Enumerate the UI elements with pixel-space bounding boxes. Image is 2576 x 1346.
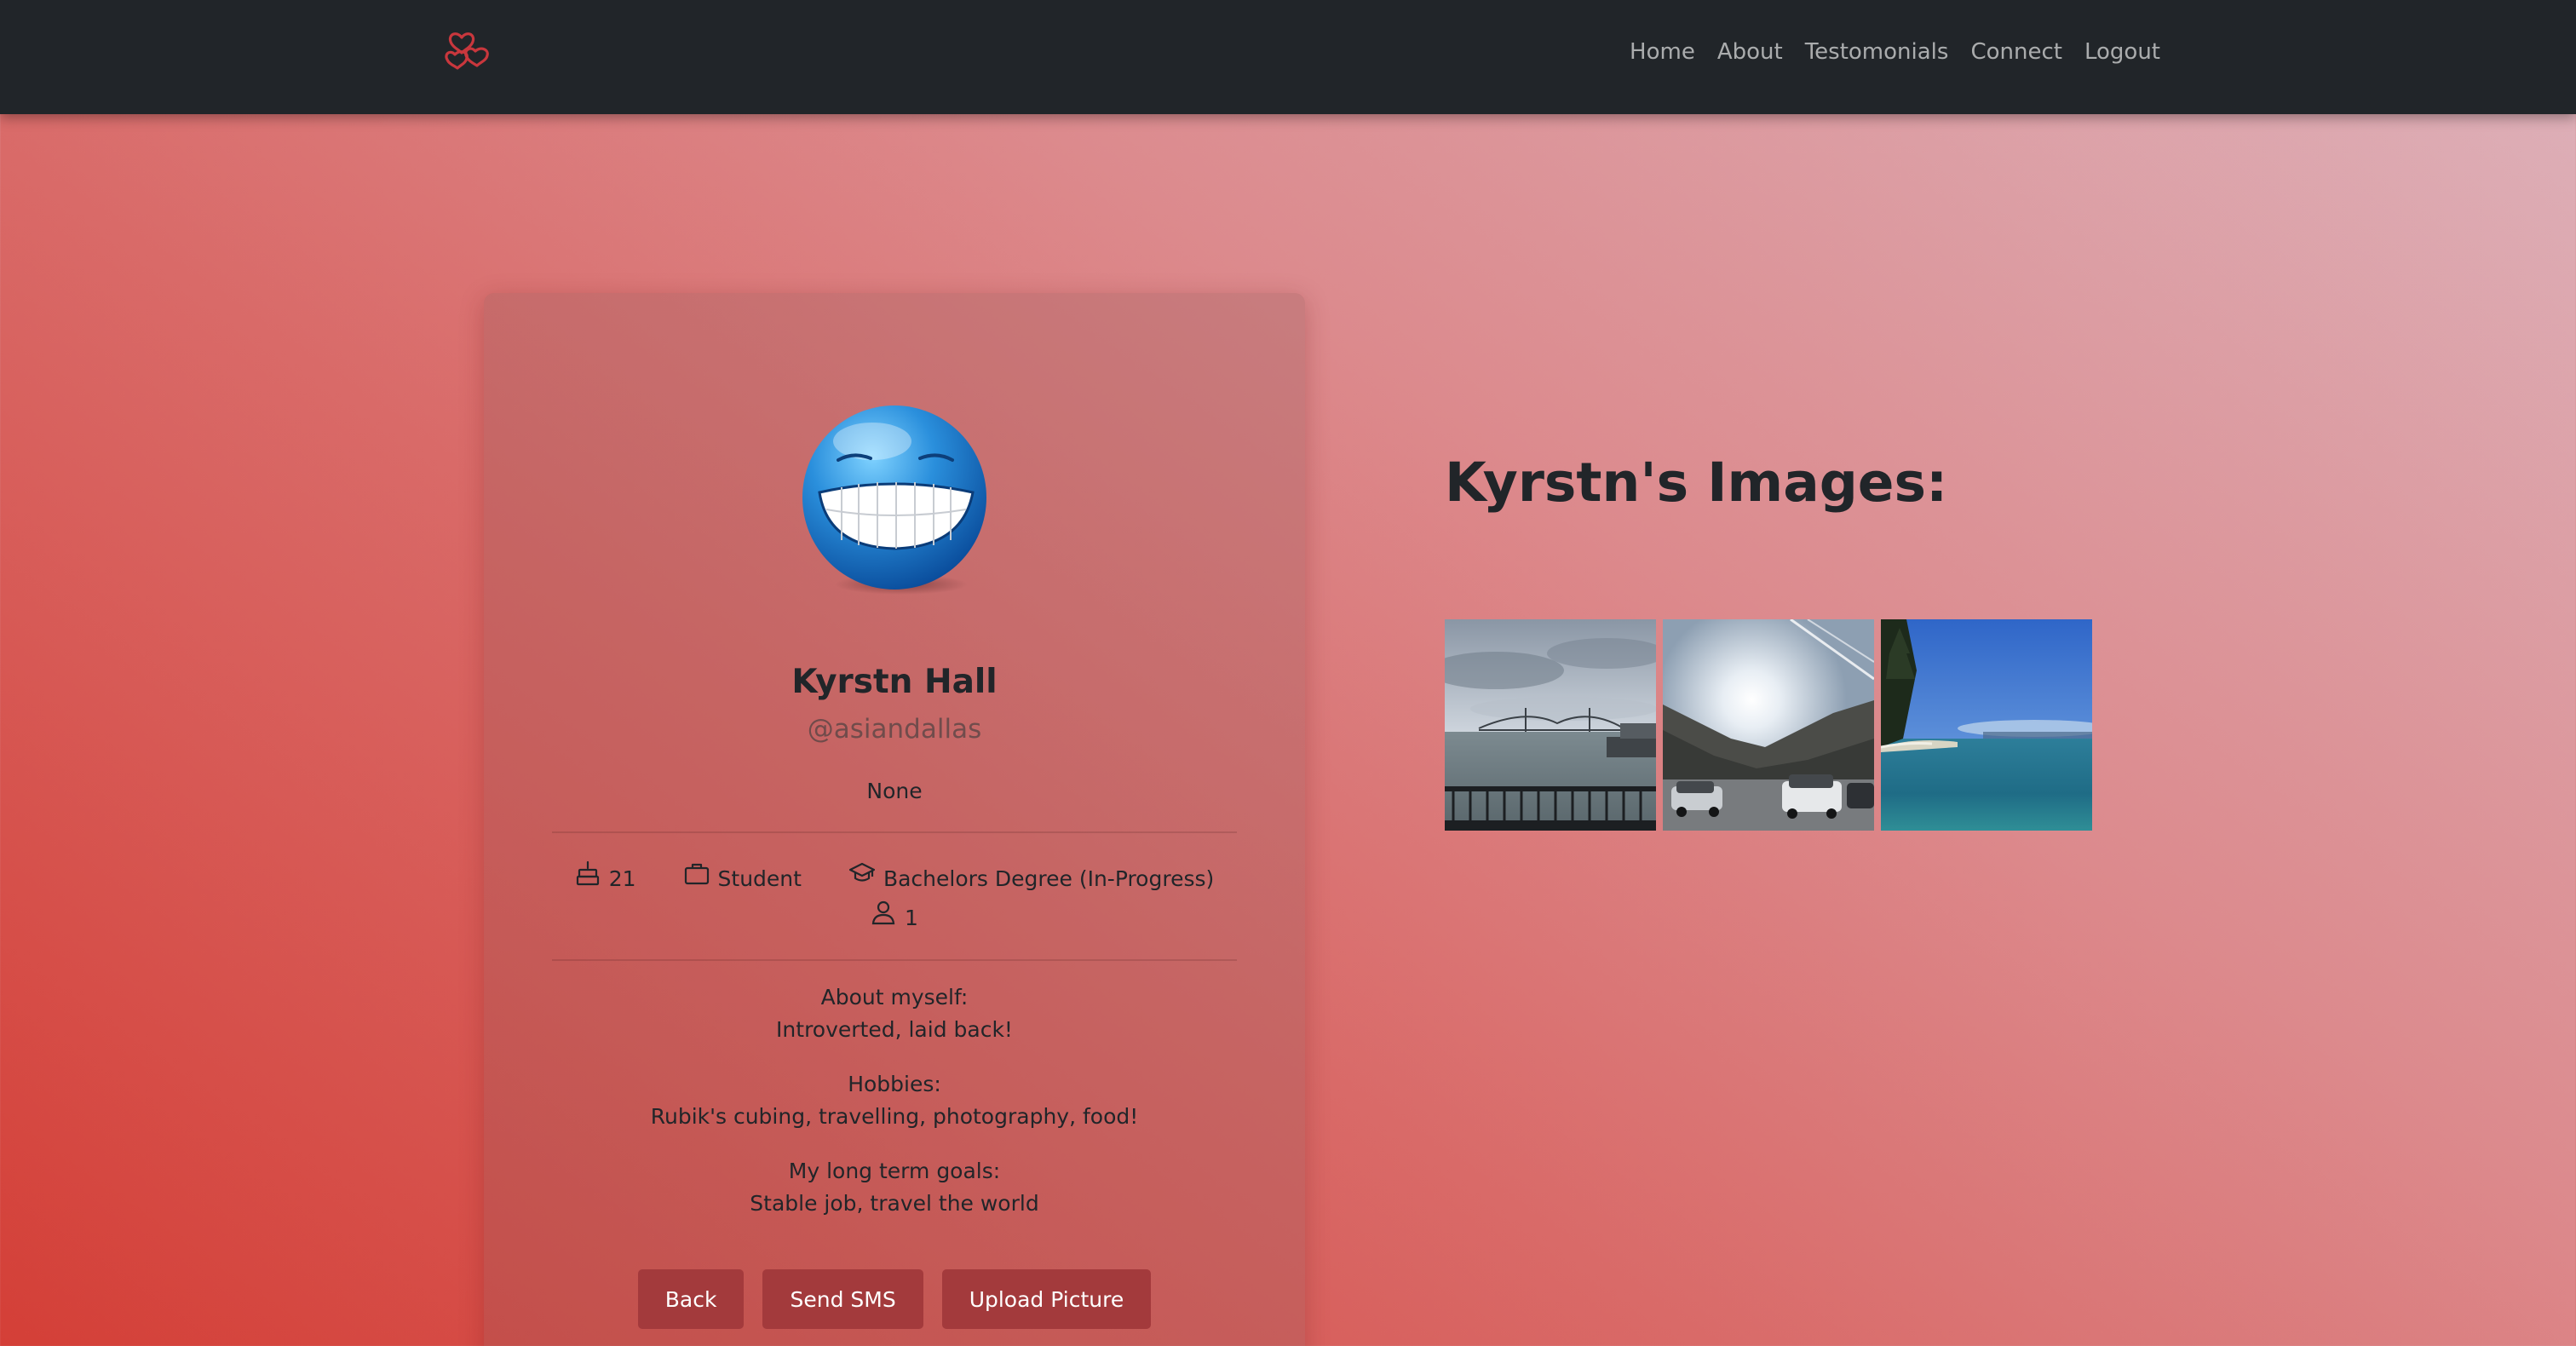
nav-testimonials-link[interactable]: Testomonials [1805, 39, 1949, 65]
profile-stats-row-2: 1 [484, 900, 1305, 930]
goals-section: My long term goals: Stable job, travel t… [484, 1155, 1305, 1220]
profile-card: Kyrstn Hall @asiandallas None 21 Student [484, 293, 1305, 1346]
profile-handle: @asiandallas [807, 714, 982, 745]
about-text: Introverted, laid back! [776, 1017, 1013, 1042]
nav-links: Home About Testomonials Connect Logout [1630, 0, 2160, 104]
send-sms-button[interactable]: Send SMS [762, 1269, 923, 1329]
profile-status: None [866, 779, 923, 803]
back-button[interactable]: Back [637, 1269, 745, 1329]
grinning-face-avatar [802, 406, 986, 595]
images-heading: Kyrstn's Images: [1445, 452, 1948, 514]
nav-logout-link[interactable]: Logout [2084, 39, 2160, 65]
upload-picture-button[interactable]: Upload Picture [941, 1269, 1152, 1329]
person-icon [871, 900, 895, 925]
nav-about-link[interactable]: About [1717, 39, 1783, 65]
goals-text: Stable job, travel the world [750, 1191, 1039, 1216]
hobbies-label: Hobbies: [848, 1072, 941, 1096]
education-stat: Bachelors Degree (In-Progress) [848, 860, 1215, 891]
education-value: Bachelors Degree (In-Progress) [883, 866, 1215, 891]
nav-connect-link[interactable]: Connect [1970, 39, 2062, 65]
about-label: About myself: [820, 985, 969, 1010]
graduation-cap-icon [848, 862, 875, 882]
goals-label: My long term goals: [788, 1159, 1001, 1183]
bay-bridge-pier-photo[interactable] [1445, 619, 1656, 831]
count-value: 1 [905, 906, 918, 930]
birthday-cake-icon [576, 860, 599, 886]
age-stat: 21 [575, 860, 636, 891]
hearts-logo-icon[interactable] [443, 26, 494, 77]
nav-home-link[interactable]: Home [1630, 39, 1695, 65]
about-section: About myself: Introverted, laid back! [484, 981, 1305, 1046]
count-stat: 1 [871, 900, 918, 930]
lake-shore-photo[interactable] [1881, 619, 2092, 831]
hobbies-text: Rubik's cubing, travelling, photography,… [650, 1104, 1139, 1129]
top-navbar: Home About Testomonials Connect Logout [0, 0, 2576, 114]
profile-stats-row-1: 21 Student Bachelors Degree (In-Progress… [484, 860, 1305, 891]
image-gallery [1445, 619, 2092, 831]
occupation-value: Student [717, 866, 802, 891]
divider-bottom [552, 959, 1237, 961]
divider-top [552, 831, 1237, 833]
briefcase-icon [684, 863, 709, 885]
occupation-stat: Student [684, 860, 802, 891]
age-value: 21 [608, 866, 636, 891]
hobbies-section: Hobbies: Rubik's cubing, travelling, pho… [484, 1068, 1305, 1133]
mountain-parking-lot-photo[interactable] [1663, 619, 1874, 831]
profile-actions: Back Send SMS Upload Picture [484, 1269, 1305, 1329]
profile-name: Kyrstn Hall [791, 663, 998, 701]
